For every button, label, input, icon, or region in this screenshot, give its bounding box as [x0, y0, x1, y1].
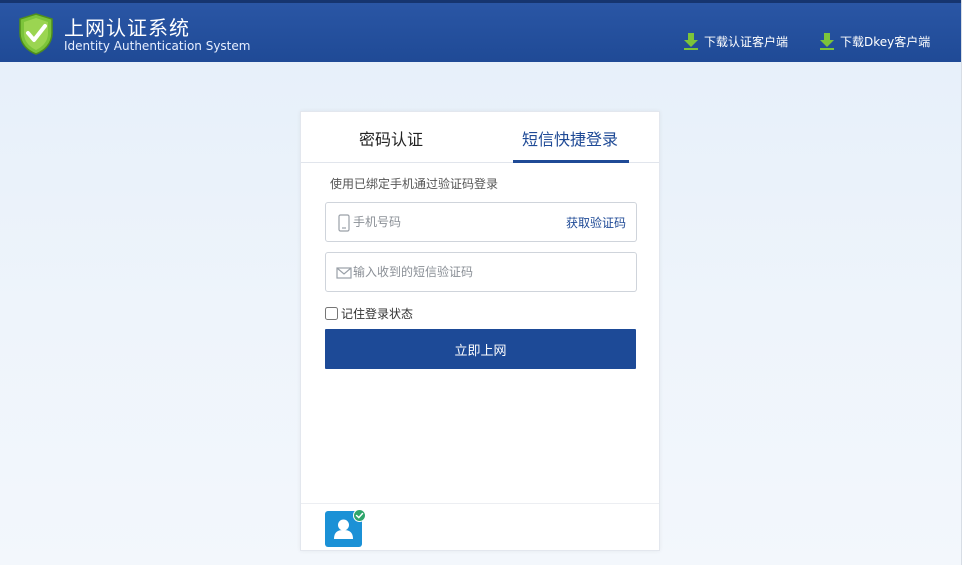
sms-code-input[interactable]: [353, 261, 553, 283]
sms-code-field: [325, 252, 637, 292]
login-card: 密码认证 短信快捷登录 使用已绑定手机通过验证码登录 获取验证码 记住登录状态 …: [300, 111, 660, 551]
sms-hint-text: 使用已绑定手机通过验证码登录: [330, 177, 499, 191]
connect-now-button[interactable]: 立即上网: [325, 329, 636, 369]
remember-label: 记住登录状态: [341, 307, 414, 321]
shield-check-icon: [19, 13, 53, 55]
get-code-button[interactable]: 获取验证码: [566, 214, 626, 231]
login-tabs: 密码认证 短信快捷登录: [301, 112, 659, 163]
remember-checkbox[interactable]: [325, 307, 338, 320]
download-client-link[interactable]: 下载认证客户端: [684, 32, 788, 50]
download-dkey-link[interactable]: 下载Dkey客户端: [820, 32, 930, 50]
top-header: 上网认证系统 Identity Authentication System 下载…: [0, 0, 961, 62]
remember-login-option[interactable]: 记住登录状态: [325, 305, 413, 322]
mobile-phone-icon: [338, 214, 350, 232]
card-footer-divider: [301, 503, 659, 504]
tab-password-auth[interactable]: 密码认证: [359, 126, 423, 150]
check-badge-icon: [353, 509, 366, 522]
phone-field: 获取验证码: [325, 202, 637, 242]
phone-input[interactable]: [353, 211, 553, 233]
system-title: 上网认证系统: [64, 16, 190, 40]
download-arrow-icon: [820, 32, 834, 50]
tab-sms-login[interactable]: 短信快捷登录: [522, 126, 618, 150]
envelope-icon: [336, 267, 352, 279]
download-arrow-icon: [684, 32, 698, 50]
active-tab-indicator: [513, 160, 629, 163]
window-right-edge: [961, 0, 971, 565]
download-client-label: 下载认证客户端: [704, 34, 789, 49]
download-dkey-label: 下载Dkey客户端: [840, 34, 931, 49]
system-subtitle: Identity Authentication System: [64, 39, 251, 53]
